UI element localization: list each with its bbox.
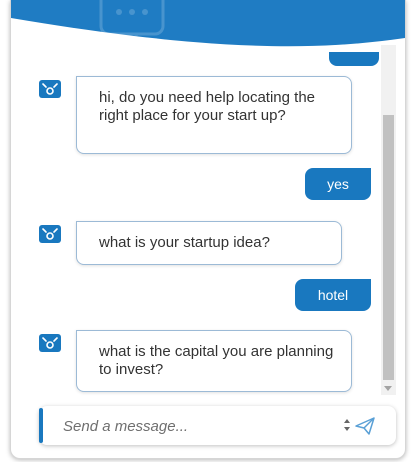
spin-up-icon[interactable] [344, 419, 350, 423]
scrollbar-thumb[interactable] [383, 115, 394, 380]
bot-message: hi, do you need help locating the right … [76, 76, 352, 154]
message-scrollbar[interactable] [381, 45, 396, 395]
send-icon [355, 417, 375, 435]
bot-avatar [39, 334, 61, 352]
input-spinner[interactable] [344, 418, 352, 434]
user-message: hotel [295, 279, 371, 311]
bot-message: what is your startup idea? [76, 221, 342, 265]
chat-window: hi, do you need help locating the right … [10, 0, 406, 459]
bot-icon [42, 337, 58, 349]
chat-header [11, 0, 405, 49]
message-input[interactable] [61, 414, 335, 438]
message-composer [39, 406, 396, 445]
bot-avatar [39, 225, 61, 243]
bot-avatar [39, 80, 61, 98]
spin-down-icon[interactable] [344, 427, 350, 431]
user-message: yes [305, 168, 371, 200]
composer-accent [39, 408, 43, 443]
bot-message: what is the capital you are planning to … [76, 330, 352, 392]
scroll-down-arrow-icon[interactable] [384, 386, 392, 391]
bot-icon [42, 83, 58, 95]
send-button[interactable] [354, 415, 378, 437]
message-list: hi, do you need help locating the right … [11, 0, 405, 400]
previous-user-message [329, 52, 379, 66]
bot-icon [42, 228, 58, 240]
